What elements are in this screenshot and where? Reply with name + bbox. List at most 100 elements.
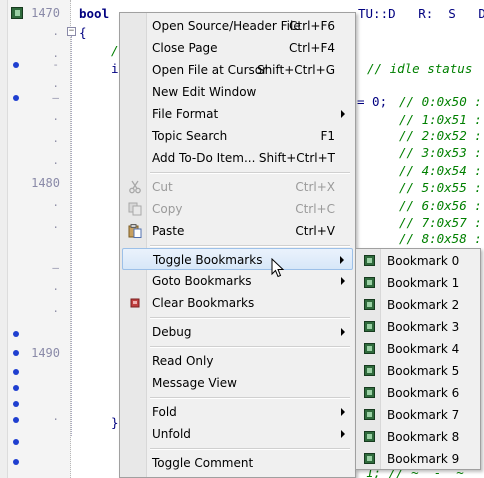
menu-item-add-todo[interactable]: Add To-Do Item... Shift+Ctrl+T <box>122 147 353 169</box>
submenu-item-label: Bookmark 1 <box>387 276 460 290</box>
bookmark-icon <box>364 343 375 354</box>
bookmark-icon <box>364 453 375 464</box>
bookmark-icon <box>364 255 375 266</box>
menu-item-label: Cut <box>152 180 173 194</box>
submenu-item-bookmark-4[interactable]: Bookmark 4 <box>358 338 478 360</box>
bookmark-icon <box>364 321 375 332</box>
menu-separator <box>150 245 350 247</box>
menu-item-label: Toggle Bookmarks <box>153 253 263 267</box>
editor-context-menu: Open Source/Header File Ctrl+F6 Close Pa… <box>119 12 356 478</box>
menu-item-shortcut: Ctrl+F4 <box>289 41 335 55</box>
gutter-line[interactable]: – <box>8 258 70 280</box>
mouse-pointer-icon <box>271 258 285 278</box>
breakpoint-dot-icon <box>13 401 19 407</box>
menu-item-label: Debug <box>152 325 192 339</box>
code-comment: // 0:0x50 : <box>399 94 482 109</box>
code-brace: { <box>79 25 87 40</box>
paste-icon <box>128 224 142 238</box>
code-comment: // 6:0x56 : <box>399 198 482 213</box>
submenu-item-bookmark-3[interactable]: Bookmark 3 <box>358 316 478 338</box>
line-number: 1490 <box>31 346 60 360</box>
submenu-item-label: Bookmark 3 <box>387 320 460 334</box>
submenu-item-label: Bookmark 7 <box>387 408 460 422</box>
menu-separator <box>150 448 350 450</box>
submenu-item-bookmark-5[interactable]: Bookmark 5 <box>358 360 478 382</box>
code-comment: / <box>111 43 119 58</box>
menu-item-shortcut: Ctrl+X <box>295 180 335 194</box>
toggle-bookmarks-submenu: Bookmark 0 Bookmark 1 Bookmark 2 Bookmar… <box>355 248 481 470</box>
code-keyword: bool <box>79 6 110 21</box>
menu-separator <box>150 317 350 319</box>
menu-item-shortcut: Ctrl+F6 <box>289 19 335 33</box>
breakpoint-dot-icon <box>13 385 19 391</box>
menu-item-shortcut: Ctrl+V <box>295 224 335 238</box>
copy-icon <box>128 202 142 216</box>
submenu-item-label: Bookmark 5 <box>387 364 460 378</box>
menu-item-open-source-header[interactable]: Open Source/Header File Ctrl+F6 <box>122 15 353 37</box>
menu-item-label: Add To-Do Item... <box>152 151 256 165</box>
code-comment: // 2:0x52 : <box>399 128 482 143</box>
menu-separator <box>150 397 350 399</box>
menu-item-label: Message View <box>152 376 237 390</box>
menu-item-copy[interactable]: Copy Ctrl+C <box>122 198 353 220</box>
menu-item-label: Clear Bookmarks <box>152 296 255 310</box>
gutter-line[interactable]: · <box>8 302 70 324</box>
clear-bookmarks-icon <box>130 298 140 308</box>
breakpoint-dot-icon <box>13 350 19 356</box>
menu-item-topic-search[interactable]: Topic Search F1 <box>122 125 353 147</box>
breakpoint-dot-icon <box>13 331 19 337</box>
submenu-item-label: Bookmark 4 <box>387 342 460 356</box>
menu-item-label: New Edit Window <box>152 85 257 99</box>
submenu-arrow-icon <box>341 110 345 118</box>
submenu-item-bookmark-7[interactable]: Bookmark 7 <box>358 404 478 426</box>
menu-item-label: Unfold <box>152 427 191 441</box>
line-marker: · <box>52 305 59 318</box>
code-comment: // 8:0x58 : <box>399 231 482 246</box>
menu-item-cut[interactable]: Cut Ctrl+X <box>122 176 353 198</box>
submenu-item-bookmark-0[interactable]: Bookmark 0 <box>358 250 478 272</box>
menu-item-label: Open Source/Header File <box>152 19 301 33</box>
menu-item-file-format[interactable]: File Format <box>122 103 353 125</box>
code-comment: // 5:0x55 : <box>399 180 482 195</box>
menu-item-shortcut: Ctrl+C <box>295 202 335 216</box>
menu-item-message-view[interactable]: Message View <box>122 372 353 394</box>
menu-item-close-page[interactable]: Close Page Ctrl+F4 <box>122 37 353 59</box>
menu-item-debug[interactable]: Debug <box>122 321 353 343</box>
submenu-item-bookmark-9[interactable]: Bookmark 9 <box>358 448 478 470</box>
menu-item-goto-bookmarks[interactable]: Goto Bookmarks <box>122 270 353 292</box>
submenu-item-bookmark-2[interactable]: Bookmark 2 <box>358 294 478 316</box>
menu-item-label: Close Page <box>152 41 218 55</box>
menu-item-toggle-comment[interactable]: Toggle Comment <box>122 452 353 474</box>
scissors-icon <box>129 180 141 194</box>
menu-item-unfold[interactable]: Unfold <box>122 423 353 445</box>
submenu-item-bookmark-8[interactable]: Bookmark 8 <box>358 426 478 448</box>
menu-item-label: Paste <box>152 224 185 238</box>
line-marker: · <box>52 283 59 296</box>
menu-item-open-file-at-cursor[interactable]: Open File at Cursor Shift+Ctrl+G <box>122 59 353 81</box>
code-text: TU::D R: S D t ( Subject) <box>358 6 484 21</box>
submenu-item-label: Bookmark 2 <box>387 298 460 312</box>
menu-item-label: Topic Search <box>152 129 228 143</box>
breakpoint-dot-icon <box>13 369 19 375</box>
submenu-item-bookmark-1[interactable]: Bookmark 1 <box>358 272 478 294</box>
submenu-arrow-icon <box>341 277 345 285</box>
menu-item-toggle-bookmarks[interactable]: Toggle Bookmarks <box>122 248 353 270</box>
gutter-line[interactable]: · <box>8 280 70 302</box>
menu-item-label: Copy <box>152 202 183 216</box>
menu-item-read-only[interactable]: Read Only <box>122 350 353 372</box>
menu-item-fold[interactable]: Fold <box>122 401 353 423</box>
menu-item-shortcut: Shift+Ctrl+G <box>256 63 335 77</box>
code-comment: // idle status <box>367 61 473 76</box>
submenu-arrow-icon <box>340 256 344 264</box>
menu-item-clear-bookmarks[interactable]: Clear Bookmarks <box>122 292 353 314</box>
menu-item-new-edit-window[interactable]: New Edit Window <box>122 81 353 103</box>
menu-item-label: Open File at Cursor <box>152 63 268 77</box>
submenu-item-bookmark-6[interactable]: Bookmark 6 <box>358 382 478 404</box>
submenu-arrow-icon <box>341 328 345 336</box>
menu-item-label: Fold <box>152 405 177 419</box>
submenu-item-label: Bookmark 6 <box>387 386 460 400</box>
bookmark-icon <box>364 365 375 376</box>
menu-item-paste[interactable]: Paste Ctrl+V <box>122 220 353 242</box>
code-brace: } <box>111 415 119 430</box>
bookmark-icon <box>364 431 375 442</box>
